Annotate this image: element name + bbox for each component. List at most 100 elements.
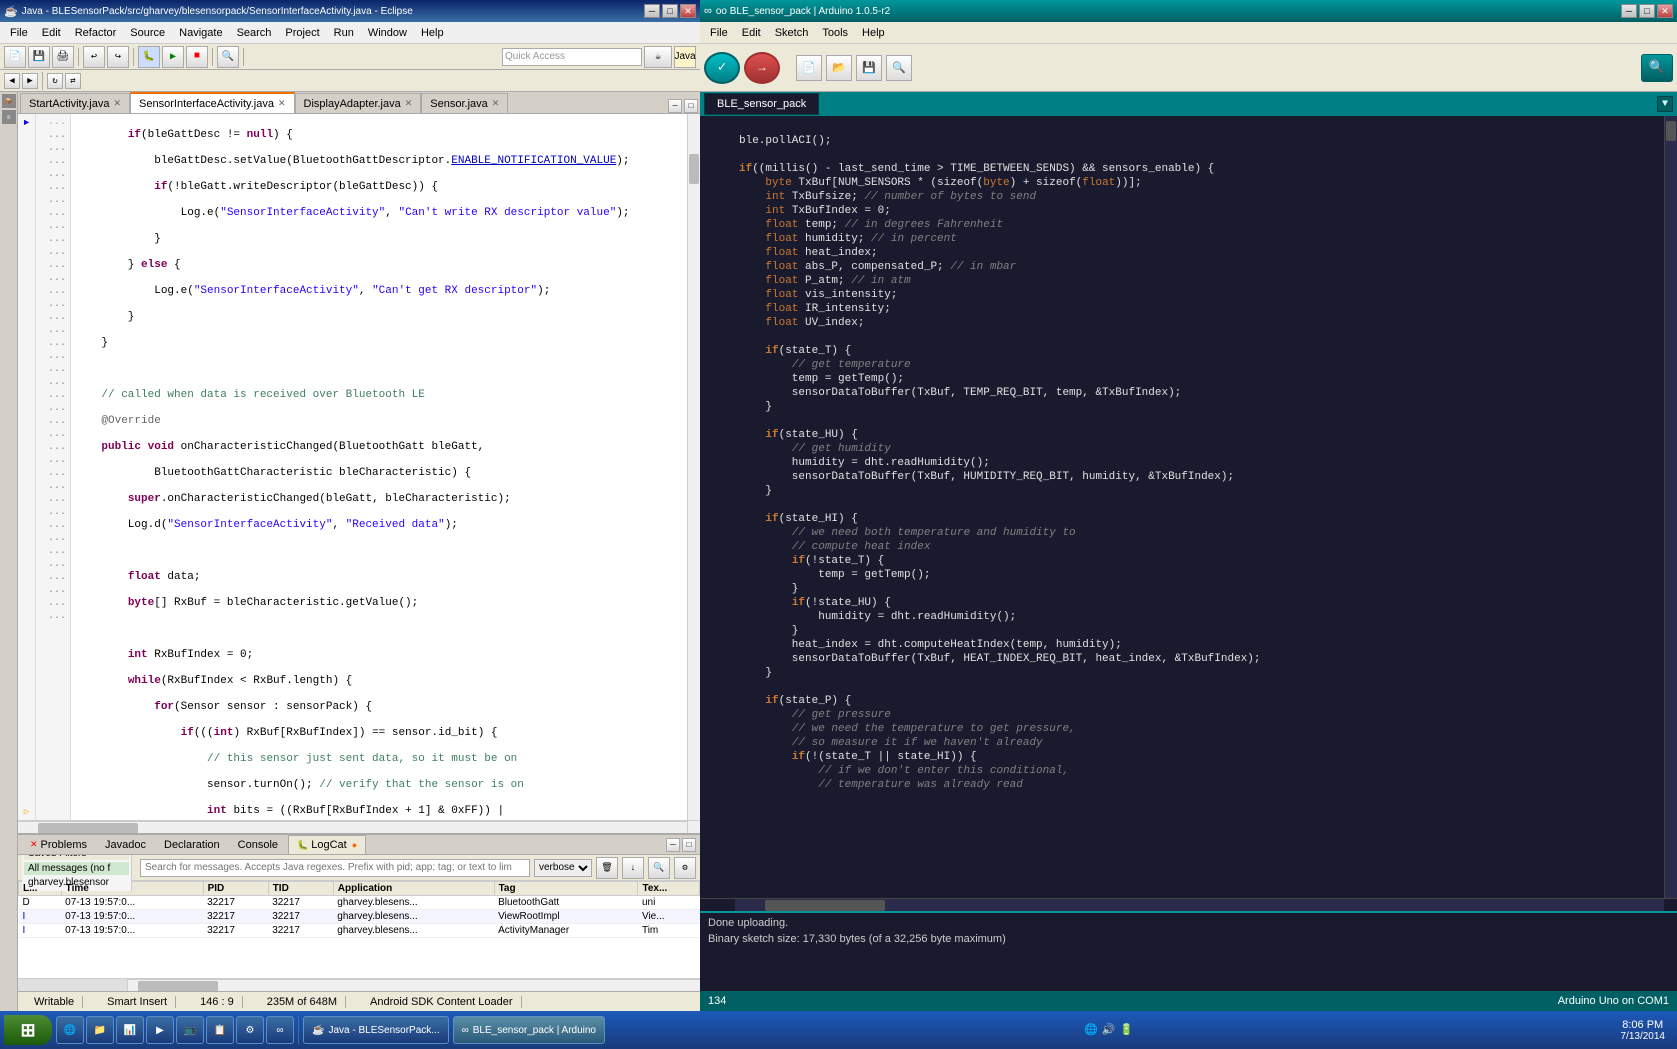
- refresh-btn[interactable]: ↻: [47, 73, 63, 89]
- arduino-minimize-btn[interactable]: ─: [1621, 4, 1637, 18]
- quicklaunch-explorer[interactable]: 📁: [86, 1016, 114, 1044]
- verbose-select[interactable]: verbose: [534, 859, 592, 877]
- logcat-clear-btn[interactable]: 🗑: [596, 857, 618, 879]
- quicklaunch-extra4[interactable]: ∞: [266, 1016, 294, 1044]
- tab-startactivity[interactable]: StartActivity.java ✕: [20, 93, 130, 113]
- remove-filter-btn[interactable]: −: [119, 855, 125, 859]
- run-btn[interactable]: ▶: [162, 46, 184, 68]
- taskbar-arduino-window[interactable]: ∞ BLE_sensor_pack | Arduino: [453, 1016, 605, 1044]
- arduino-output-panel: Done uploading. Binary sketch size: 17,3…: [700, 911, 1677, 991]
- back-btn[interactable]: ◀: [4, 73, 20, 89]
- quicklaunch-extra1[interactable]: 📺: [176, 1016, 204, 1044]
- arduino-code-content[interactable]: ble.pollACI(); if((millis() - last_send_…: [735, 116, 1664, 898]
- editor-min-btn[interactable]: ─: [668, 99, 682, 113]
- print-btn[interactable]: 🖨: [52, 46, 74, 68]
- taskbar-clock[interactable]: 8:06 PM 7/13/2014: [1612, 1019, 1673, 1042]
- col-app: Application: [333, 882, 494, 896]
- arduino-open-btn[interactable]: 📂: [826, 55, 852, 81]
- table-row[interactable]: D 07-13 19:57:0... 32217 32217 gharvey.b…: [19, 896, 700, 910]
- menu-window[interactable]: Window: [362, 25, 413, 41]
- quicklaunch-extra3[interactable]: ⚙: [236, 1016, 264, 1044]
- table-row[interactable]: I 07-13 19:57:0... 32217 32217 gharvey.b…: [19, 910, 700, 924]
- menu-source[interactable]: Source: [124, 25, 171, 41]
- tab-problems[interactable]: ✕ Problems: [22, 835, 95, 854]
- menu-navigate[interactable]: Navigate: [173, 25, 228, 41]
- logcat-scroll-btn[interactable]: ↓: [622, 857, 644, 879]
- sidebar-outline-icon[interactable]: ≡: [2, 110, 16, 124]
- arduino-tab-main[interactable]: BLE_sensor_pack: [704, 93, 819, 115]
- arduino-search-btn[interactable]: 🔍: [1641, 54, 1673, 82]
- arduino-save-btn[interactable]: 💾: [856, 55, 882, 81]
- logcat-search-input[interactable]: [140, 859, 530, 877]
- taskbar-eclipse-icon: ☕: [312, 1025, 324, 1036]
- tab-console[interactable]: Console: [230, 835, 286, 854]
- editor-vscrollbar[interactable]: [687, 114, 700, 820]
- arduino-close-btn[interactable]: ✕: [1657, 4, 1673, 18]
- quick-access-input[interactable]: Quick Access: [502, 48, 642, 66]
- tab-sensorinterface[interactable]: SensorInterfaceActivity.java ✕: [130, 92, 294, 113]
- quicklaunch-media[interactable]: ▶: [146, 1016, 174, 1044]
- add-filter-btn[interactable]: +: [100, 855, 106, 859]
- redo-btn[interactable]: ↪: [107, 46, 129, 68]
- logcat-filter-btn[interactable]: 🔍: [648, 857, 670, 879]
- sidebar-package-icon[interactable]: 📦: [2, 94, 16, 108]
- tab-displayadapter[interactable]: DisplayAdapter.java ✕: [295, 93, 422, 113]
- taskbar-eclipse-window[interactable]: ☕ Java - BLESensorPack...: [303, 1016, 449, 1044]
- search-btn[interactable]: 🔍: [217, 46, 239, 68]
- arduino-upload-btn[interactable]: →: [744, 52, 780, 84]
- quicklaunch-extra2[interactable]: 📋: [206, 1016, 234, 1044]
- eclipse-maximize-btn[interactable]: □: [662, 4, 678, 18]
- eclipse-editor[interactable]: ► ▷ ... ... ... ... ... ... ... ... ... …: [18, 114, 700, 820]
- tab-declaration[interactable]: Declaration: [156, 835, 228, 854]
- save-btn[interactable]: 💾: [28, 46, 50, 68]
- stop-btn[interactable]: ■: [186, 46, 208, 68]
- ard-menu-tools[interactable]: Tools: [816, 25, 854, 41]
- new-btn[interactable]: 📄: [4, 46, 26, 68]
- menu-project[interactable]: Project: [279, 25, 325, 41]
- bottom-min-btn[interactable]: ─: [666, 838, 680, 852]
- tab-sensor[interactable]: Sensor.java ✕: [421, 93, 508, 113]
- start-button[interactable]: ⊞: [4, 1015, 52, 1045]
- quicklaunch-ie[interactable]: 🌐: [56, 1016, 84, 1044]
- eclipse-minimize-btn[interactable]: ─: [644, 4, 660, 18]
- menu-edit[interactable]: Edit: [36, 25, 67, 41]
- logcat-settings-btn[interactable]: ⚙: [674, 857, 696, 879]
- quicklaunch-matlab[interactable]: 📊: [116, 1016, 144, 1044]
- code-content[interactable]: if(bleGattDesc != null) { bleGattDesc.se…: [71, 114, 687, 820]
- ard-menu-file[interactable]: File: [704, 25, 734, 41]
- menu-run[interactable]: Run: [328, 25, 360, 41]
- editor-max-btn[interactable]: □: [684, 99, 698, 113]
- toolbar-extra-btn[interactable]: ☕: [644, 46, 672, 68]
- menu-file[interactable]: File: [4, 25, 34, 41]
- sync-btn[interactable]: ⇄: [65, 73, 81, 89]
- menu-refactor[interactable]: Refactor: [69, 25, 123, 41]
- undo-btn[interactable]: ↩: [83, 46, 105, 68]
- arduino-new-btn[interactable]: 📄: [796, 55, 822, 81]
- arduino-verify-btn[interactable]: ✓: [704, 52, 740, 84]
- tab-javadoc[interactable]: Javadoc: [97, 835, 154, 854]
- tab-logcat[interactable]: 🐛 LogCat ●: [288, 835, 366, 854]
- tab-displayadapter-close[interactable]: ✕: [405, 98, 413, 109]
- arduino-hscrollbar[interactable]: [700, 898, 1677, 911]
- table-row[interactable]: I 07-13 19:57:0... 32217 32217 gharvey.b…: [19, 924, 700, 938]
- arduino-maximize-btn[interactable]: □: [1639, 4, 1655, 18]
- ard-menu-sketch[interactable]: Sketch: [769, 25, 815, 41]
- tab-sensor-close[interactable]: ✕: [492, 98, 500, 109]
- bottom-max-btn[interactable]: □: [682, 838, 696, 852]
- all-messages-filter[interactable]: All messages (no f: [24, 862, 129, 875]
- tab-sensorinterface-close[interactable]: ✕: [278, 98, 286, 109]
- tab-startactivity-close[interactable]: ✕: [114, 98, 122, 109]
- ard-menu-edit[interactable]: Edit: [736, 25, 767, 41]
- arduino-monitor-btn[interactable]: 🔍: [886, 55, 912, 81]
- debug-btn[interactable]: 🐛: [138, 46, 160, 68]
- eclipse-close-btn[interactable]: ✕: [680, 4, 696, 18]
- forward-btn[interactable]: ▶: [22, 73, 38, 89]
- arduino-tab-dropdown[interactable]: ▼: [1657, 96, 1673, 112]
- ard-menu-help[interactable]: Help: [856, 25, 891, 41]
- arduino-editor[interactable]: ble.pollACI(); if((millis() - last_send_…: [700, 116, 1677, 911]
- perspective-java[interactable]: Java: [674, 46, 696, 68]
- arduino-vscrollbar[interactable]: [1664, 116, 1677, 898]
- arduino-title-icon: ∞: [704, 5, 712, 17]
- menu-search[interactable]: Search: [231, 25, 278, 41]
- menu-help[interactable]: Help: [415, 25, 450, 41]
